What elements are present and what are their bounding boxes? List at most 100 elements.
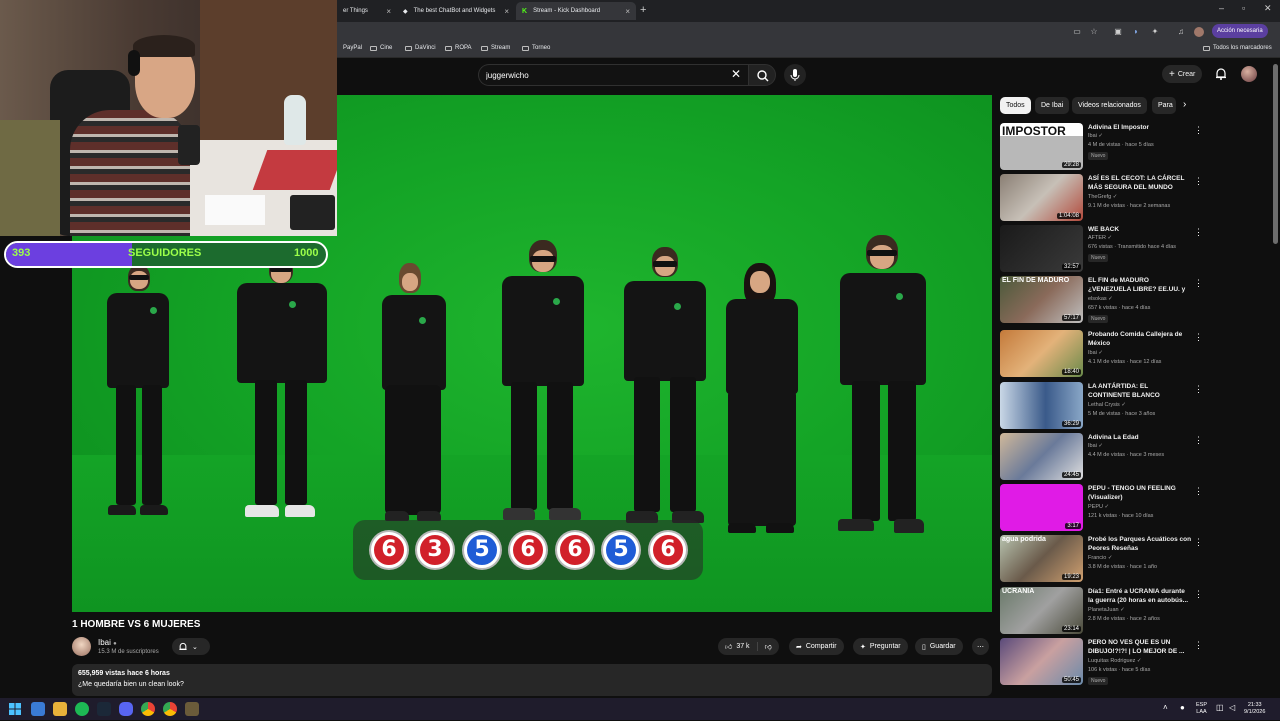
tab-kick-dashboard[interactable]: K Stream - Kick Dashboard × <box>516 2 636 20</box>
spotify-icon[interactable] <box>75 702 89 716</box>
video-title[interactable]: Probando Comida Callejera de México <box>1088 330 1192 348</box>
recommended-video[interactable]: 50:45 PERO NO VES QUE ES UN DIBUJO!?!?! |… <box>1000 638 1270 686</box>
video-title[interactable]: PEPU - TENGO UN FEELING (Visualizer) <box>1088 484 1192 502</box>
close-icon[interactable]: × <box>386 7 391 16</box>
video-title[interactable]: Adivina La Edad <box>1088 433 1192 442</box>
notifications-button[interactable] <box>1214 67 1228 86</box>
ask-button[interactable]: ✦ Preguntar <box>853 638 908 655</box>
bookmark-paypal[interactable]: PayPal <box>343 45 362 51</box>
cast-icon[interactable]: ▭ <box>1072 27 1082 37</box>
video-title[interactable]: ASÍ ES EL CECOT: LA CÁRCEL MÁS SEGURA DE… <box>1088 174 1192 192</box>
video-channel[interactable]: Ibai ✓ <box>1088 133 1103 139</box>
more-options-icon[interactable]: ⋮ <box>1194 640 1203 651</box>
video-thumbnail[interactable]: IMPOSTOR 29:28 <box>1000 123 1083 170</box>
recommended-video[interactable]: 1:04:08 ASÍ ES EL CECOT: LA CÁRCEL MÁS SE… <box>1000 174 1270 222</box>
media-icon[interactable]: ♫ <box>1176 27 1186 37</box>
video-channel[interactable]: Ibai ✓ <box>1088 350 1103 356</box>
account-avatar[interactable] <box>1241 66 1257 82</box>
chip-todos[interactable]: Todos <box>1000 97 1031 114</box>
video-thumbnail[interactable]: EL FIN DE MADURO 57:17 <box>1000 276 1083 323</box>
recommended-video[interactable]: agua podrida 19:23 Probé los Parques Acuát… <box>1000 535 1270 583</box>
close-icon[interactable]: × <box>625 7 630 16</box>
video-channel[interactable]: AFTER ✓ <box>1088 235 1112 241</box>
video-channel[interactable]: Ibai ✓ <box>1088 443 1103 449</box>
close-icon[interactable]: × <box>504 7 509 16</box>
page-scrollbar[interactable] <box>1273 64 1278 244</box>
new-tab-button[interactable]: + <box>640 4 646 16</box>
save-button[interactable]: ▯ Guardar <box>915 638 963 655</box>
video-channel[interactable]: PlanetaJuan ✓ <box>1088 607 1125 613</box>
video-thumbnail[interactable]: 3:17 <box>1000 484 1083 531</box>
extension-icon[interactable]: ▣ <box>1113 27 1123 37</box>
video-title[interactable]: LA ANTÁRTIDA: EL CONTINENTE BLANCO <box>1088 382 1192 400</box>
recommended-video[interactable]: EL FIN DE MADURO 57:17 EL FIN de MADURO ¿V… <box>1000 276 1270 324</box>
recommended-video[interactable]: 32:57 WE BACK AFTER ✓ 676 vistas · Transmit… <box>1000 225 1270 273</box>
more-options-icon[interactable]: ⋮ <box>1194 176 1203 187</box>
video-title[interactable]: WE BACK <box>1088 225 1192 234</box>
like-button[interactable]: 👍︎ 37 k <box>718 642 758 651</box>
video-thumbnail[interactable]: 24:45 <box>1000 433 1083 480</box>
more-options-icon[interactable]: ⋮ <box>1194 384 1203 395</box>
profile-avatar[interactable] <box>1194 27 1204 37</box>
video-channel[interactable]: Lethal Crysis ✓ <box>1088 402 1126 408</box>
video-title[interactable]: PERO NO VES QUE ES UN DIBUJO!?!?! | LO M… <box>1088 638 1192 656</box>
video-title[interactable]: Día1: Entré a UCRANIA durante la guerra … <box>1088 587 1192 605</box>
chip-de-ibai[interactable]: De Ibai <box>1035 97 1070 114</box>
voice-search-button[interactable] <box>784 64 806 86</box>
chip-videos-relacionados[interactable]: Videos relacionados <box>1072 97 1147 114</box>
video-thumbnail[interactable]: 1:04:08 <box>1000 174 1083 221</box>
language-indicator[interactable]: ESP LAA <box>1196 702 1207 716</box>
video-channel[interactable]: TheGrefg ✓ <box>1088 194 1117 200</box>
bookmark-cine[interactable]: Cine <box>370 45 392 51</box>
maximize-button[interactable]: ▫ <box>1242 3 1245 13</box>
more-actions-button[interactable]: ⋯ <box>972 638 989 655</box>
microphone-tray-icon[interactable]: ● <box>1180 704 1185 712</box>
volume-icon[interactable]: ◁ <box>1229 704 1235 712</box>
bookmark-torneo[interactable]: Torneo <box>522 45 550 51</box>
tab-stranger-things[interactable]: er Things × <box>337 2 397 20</box>
recommended-video[interactable]: 24:45 Adivina La Edad Ibai ✓ 4.4 M de vista… <box>1000 433 1270 481</box>
chip-para[interactable]: Para <box>1152 97 1176 114</box>
dislike-button[interactable]: 👎︎ <box>758 642 779 651</box>
video-channel[interactable]: Luquitas Rodriguez ✓ <box>1088 658 1142 664</box>
all-bookmarks[interactable]: Todos los marcadores <box>1203 45 1272 51</box>
windows-start-icon[interactable] <box>8 702 22 716</box>
file-explorer-icon[interactable] <box>31 702 45 716</box>
video-title[interactable]: Probé los Parques Acuáticos con Peores R… <box>1088 535 1192 553</box>
more-options-icon[interactable]: ⋮ <box>1194 125 1203 136</box>
video-channel[interactable]: PEPU ✓ <box>1088 504 1109 510</box>
subscription-bell-button[interactable]: ⌄ <box>172 638 210 655</box>
chevron-up-icon[interactable]: ˄ <box>1163 704 1168 712</box>
video-thumbnail[interactable]: UCRANIA 23:14 <box>1000 587 1083 634</box>
channel-name[interactable]: Ibai ● <box>98 638 117 647</box>
bookmark-stream[interactable]: Stream <box>481 45 510 51</box>
recommended-video[interactable]: IMPOSTOR 29:28 Adivina El Impostor Ibai ✓ 4 … <box>1000 123 1270 171</box>
action-required-button[interactable]: Acción necesaria <box>1212 24 1268 38</box>
video-thumbnail[interactable]: agua podrida 19:23 <box>1000 535 1083 582</box>
more-options-icon[interactable]: ⋮ <box>1194 278 1203 289</box>
search-input[interactable] <box>486 68 726 82</box>
share-button[interactable]: ➦ Compartir <box>789 638 844 655</box>
more-options-icon[interactable]: ⋮ <box>1194 589 1203 600</box>
video-title[interactable]: Adivina El Impostor <box>1088 123 1192 132</box>
folder-icon[interactable] <box>53 702 67 716</box>
recommended-video[interactable]: 3:17 PEPU - TENGO UN FEELING (Visualizer)… <box>1000 484 1270 532</box>
chrome-icon-2[interactable] <box>163 702 177 716</box>
discord-icon[interactable] <box>119 702 133 716</box>
more-options-icon[interactable]: ⋮ <box>1194 435 1203 446</box>
close-window-button[interactable]: ✕ <box>1264 3 1272 14</box>
more-options-icon[interactable]: ⋮ <box>1194 486 1203 497</box>
video-title[interactable]: EL FIN de MADURO ¿VENEZUELA LIBRE? EE.UU… <box>1088 276 1192 295</box>
recommended-video[interactable]: UCRANIA 23:14 Día1: Entré a UCRANIA durant… <box>1000 587 1270 635</box>
steam-icon[interactable] <box>97 702 111 716</box>
app-icon[interactable] <box>185 702 199 716</box>
more-options-icon[interactable]: ⋮ <box>1194 537 1203 548</box>
channel-avatar[interactable] <box>72 637 91 656</box>
recommended-video[interactable]: 18:40 Probando Comida Callejera de México… <box>1000 330 1270 378</box>
bookmark-davinci[interactable]: DaVinci <box>405 45 436 51</box>
video-channel[interactable]: Francio ✓ <box>1088 555 1112 561</box>
video-thumbnail[interactable]: 50:45 <box>1000 638 1083 685</box>
clock[interactable]: 21:33 9/1/2026 <box>1244 702 1265 716</box>
video-channel[interactable]: elsokas ✓ <box>1088 296 1113 302</box>
puzzle-icon[interactable]: ✦ <box>1150 27 1160 37</box>
